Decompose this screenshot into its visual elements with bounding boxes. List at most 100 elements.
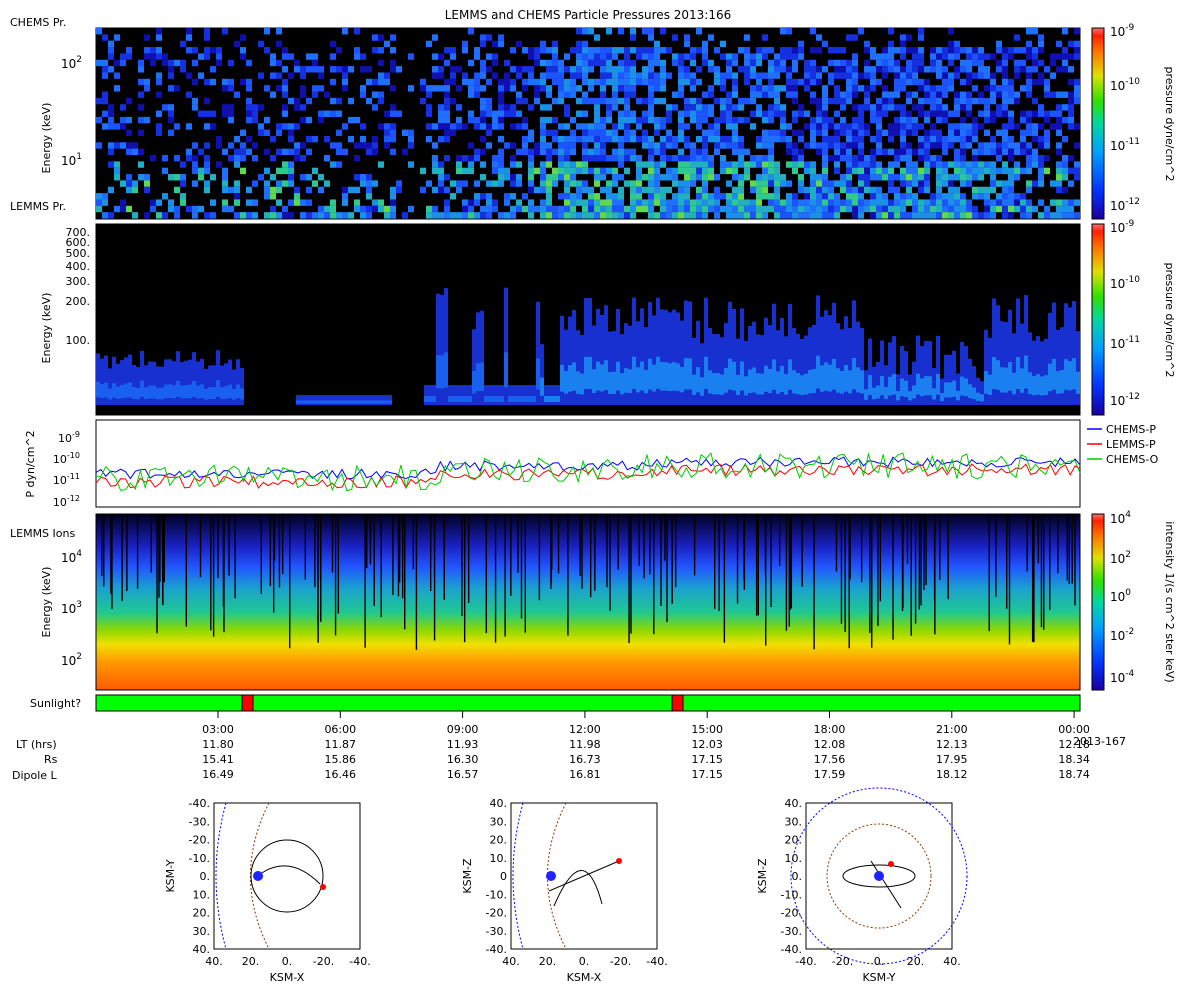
- spectrogram-cell: [912, 53, 918, 60]
- spectrogram-cell: [756, 199, 762, 206]
- spectrogram-cell: [1044, 129, 1050, 136]
- spectrogram-cell: [1068, 212, 1074, 219]
- spectrogram-cell: [570, 174, 576, 181]
- spectrogram-cell: [1050, 199, 1056, 206]
- spectrogram-cell: [1032, 123, 1038, 130]
- spectrogram-cell: [234, 180, 240, 187]
- spectrogram-cell: [762, 47, 768, 54]
- spectrogram-cell: [690, 199, 696, 206]
- spectrogram-cell: [648, 161, 654, 168]
- spectrogram-cell: [1014, 34, 1020, 41]
- spectrogram-cell: [942, 66, 948, 73]
- spectrogram-cell: [732, 78, 738, 86]
- spectrogram-cell: [426, 123, 432, 130]
- spectrogram-cell: [840, 186, 846, 194]
- spectrogram-cell: [216, 142, 222, 149]
- spectrogram-cell: [288, 180, 294, 187]
- spectrogram-cell: [906, 155, 912, 162]
- spectrogram-cell: [924, 186, 930, 194]
- spectrogram-cell: [684, 34, 690, 41]
- spectrogram-cell: [1044, 155, 1050, 162]
- spectrogram-cell: [408, 129, 414, 136]
- spectrogram-cell: [696, 174, 702, 181]
- spectrogram-cell: [702, 186, 708, 194]
- spectrogram-cell: [816, 142, 822, 149]
- spectrogram-cell: [768, 91, 774, 98]
- spectrogram-cell: [96, 28, 102, 35]
- spectrogram-cell: [432, 167, 438, 175]
- spectrogram-streak-core: [728, 358, 732, 390]
- orbit-plot-2: 40.30.20.10.0-10.-20.-30.-40.40. 20. 0. -20…: [461, 797, 668, 984]
- ytick: 104: [61, 549, 82, 565]
- colorbar-tick: 10-4: [1110, 669, 1135, 685]
- spectrogram-cell: [792, 110, 798, 117]
- spectrogram-cell: [588, 85, 594, 92]
- spectrogram-cell: [930, 59, 936, 67]
- spectrogram-cell: [114, 85, 120, 92]
- spectrogram-cell: [462, 205, 468, 213]
- spectrogram-cell: [792, 212, 798, 219]
- spectrogram-cell: [576, 47, 582, 54]
- spectrogram-cell: [990, 85, 996, 92]
- spectrogram-cell: [156, 212, 162, 219]
- spectrogram-cell: [924, 167, 930, 175]
- spectrogram-cell: [708, 129, 714, 136]
- spectrogram-cell: [930, 193, 936, 200]
- spectrogram-cell: [678, 199, 684, 206]
- spectrogram-cell: [828, 72, 834, 79]
- spectrogram-cell: [756, 72, 762, 79]
- spectrogram-cell: [360, 135, 366, 143]
- orbit-ytick: -30.: [486, 925, 507, 938]
- spectrogram-cell: [1008, 167, 1014, 175]
- spectrogram-cell: [180, 193, 186, 200]
- spectrogram-cell: [1068, 123, 1074, 130]
- spectrogram-streak-core: [572, 362, 576, 391]
- spectrogram-cell: [678, 123, 684, 130]
- spectrogram-cell: [762, 34, 768, 41]
- spectrogram-cell: [444, 59, 450, 67]
- spectrogram-cell: [474, 91, 480, 98]
- spectrogram-cell: [1050, 110, 1056, 117]
- figure: LEMMS and CHEMS Particle Pressures 2013:…: [10, 8, 1176, 984]
- spectrogram-cell: [342, 66, 348, 73]
- spectrogram-streak: [636, 321, 640, 405]
- spectrogram-cell: [690, 78, 696, 86]
- spectrogram-cell: [108, 66, 114, 73]
- orbit-xtick: 20.: [539, 955, 557, 968]
- spectrogram-cell: [498, 155, 504, 162]
- spectrogram-cell: [1044, 142, 1050, 149]
- spectrogram-cell: [444, 123, 450, 130]
- spectrogram-cell: [582, 142, 588, 149]
- spectrogram-cell: [1014, 142, 1020, 149]
- spectrogram-streak-core: [188, 384, 192, 399]
- spectrogram-cell: [846, 155, 852, 162]
- spectrogram-cell: [276, 180, 282, 187]
- spectrogram-cell: [624, 148, 630, 156]
- spectrogram-cell: [594, 78, 600, 86]
- spectrogram-cell: [876, 142, 882, 149]
- spectrogram-cell: [966, 199, 972, 206]
- spectrogram-cell: [168, 104, 174, 111]
- spectrogram-cell: [774, 135, 780, 143]
- spectrogram-cell: [684, 97, 690, 105]
- spectrogram-cell: [204, 53, 210, 60]
- spectrogram-cell: [480, 66, 486, 73]
- spectrogram-cell: [660, 116, 666, 124]
- spectrogram-cell: [228, 78, 234, 86]
- spectrogram-cell: [1044, 135, 1050, 143]
- ytick: 102: [61, 652, 82, 668]
- spectrogram-cell: [816, 180, 822, 187]
- spectrogram-cell: [1056, 174, 1062, 181]
- spectrogram-cell: [1026, 129, 1032, 136]
- spectrogram-cell: [306, 66, 312, 73]
- spectrogram-cell: [708, 123, 714, 130]
- spectrogram-cell: [168, 110, 174, 117]
- spectrogram-cell: [1008, 155, 1014, 162]
- spectrogram-cell: [774, 53, 780, 60]
- spectrogram-cell: [1008, 174, 1014, 181]
- spectrogram-cell: [450, 193, 456, 200]
- spectrogram-cell: [708, 167, 714, 175]
- spectrogram-cell: [984, 161, 990, 168]
- spectrogram-streak-core: [776, 371, 780, 394]
- spectrogram-cell: [1026, 47, 1032, 54]
